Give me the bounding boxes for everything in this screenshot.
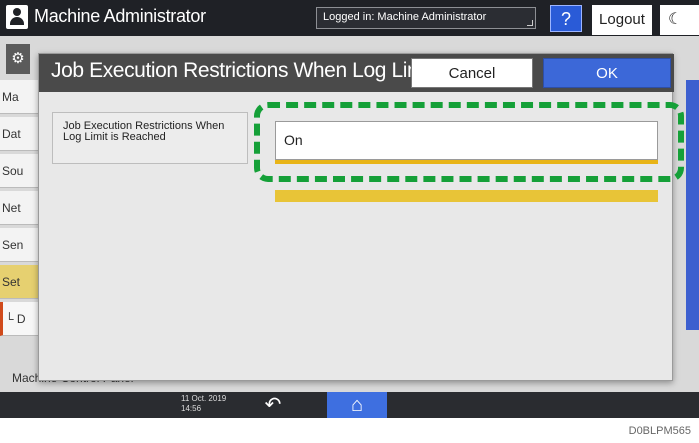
- bg-menu-item[interactable]: Set: [0, 265, 40, 299]
- resize-corner-icon: [527, 20, 533, 26]
- background-settings-menu: Ma Dat Sou Net Sen Set └ D: [0, 42, 40, 339]
- callout-highlight: [254, 102, 684, 182]
- logout-button[interactable]: Logout: [592, 5, 652, 35]
- time-label: 14:56: [181, 404, 202, 413]
- bg-menu-item[interactable]: Net: [0, 191, 40, 225]
- bg-menu-item[interactable]: └ D: [0, 302, 40, 336]
- date-label: 11 Oct. 2019: [181, 394, 227, 403]
- logged-in-status: Logged in: Machine Administrator: [316, 7, 536, 29]
- device-screen: Machine Administrator Logged in: Machine…: [0, 0, 699, 418]
- scrollbar[interactable]: [686, 80, 699, 330]
- bottom-bar: 11 Oct. 2019 14:56 ↶ ⌂: [0, 392, 699, 418]
- dialog-header: Job Execution Restrictions When Log Limi…: [39, 54, 674, 92]
- bg-menu-item[interactable]: Sou: [0, 154, 40, 188]
- bg-menu-item[interactable]: Sen: [0, 228, 40, 262]
- back-arrow-icon: ↶: [264, 394, 282, 416]
- moon-icon: ☾: [668, 11, 683, 28]
- bg-menu-item[interactable]: Ma: [0, 80, 40, 114]
- date-time: 11 Oct. 2019 14:56: [181, 394, 226, 414]
- home-icon: ⌂: [350, 394, 364, 416]
- top-bar: Machine Administrator Logged in: Machine…: [0, 0, 699, 36]
- user-icon: [6, 5, 28, 29]
- ok-button[interactable]: OK: [543, 58, 671, 88]
- cancel-button[interactable]: Cancel: [411, 58, 533, 88]
- figure-code: D0BLPM565: [628, 425, 691, 437]
- help-button[interactable]: ?: [550, 5, 582, 32]
- app-title: Machine Administrator: [34, 6, 206, 26]
- dropdown-edge: [275, 190, 658, 202]
- home-button[interactable]: ⌂: [327, 392, 387, 418]
- bg-menu-item[interactable]: Dat: [0, 117, 40, 151]
- energy-saver-button[interactable]: ☾: [660, 5, 699, 35]
- setting-label: Job Execution Restrictions When Log Limi…: [52, 112, 248, 164]
- back-button[interactable]: ↶: [258, 393, 288, 417]
- dialog-title: Job Execution Restrictions When Log Limi…: [51, 59, 470, 82]
- logged-in-label: Logged in: Machine Administrator: [323, 11, 487, 23]
